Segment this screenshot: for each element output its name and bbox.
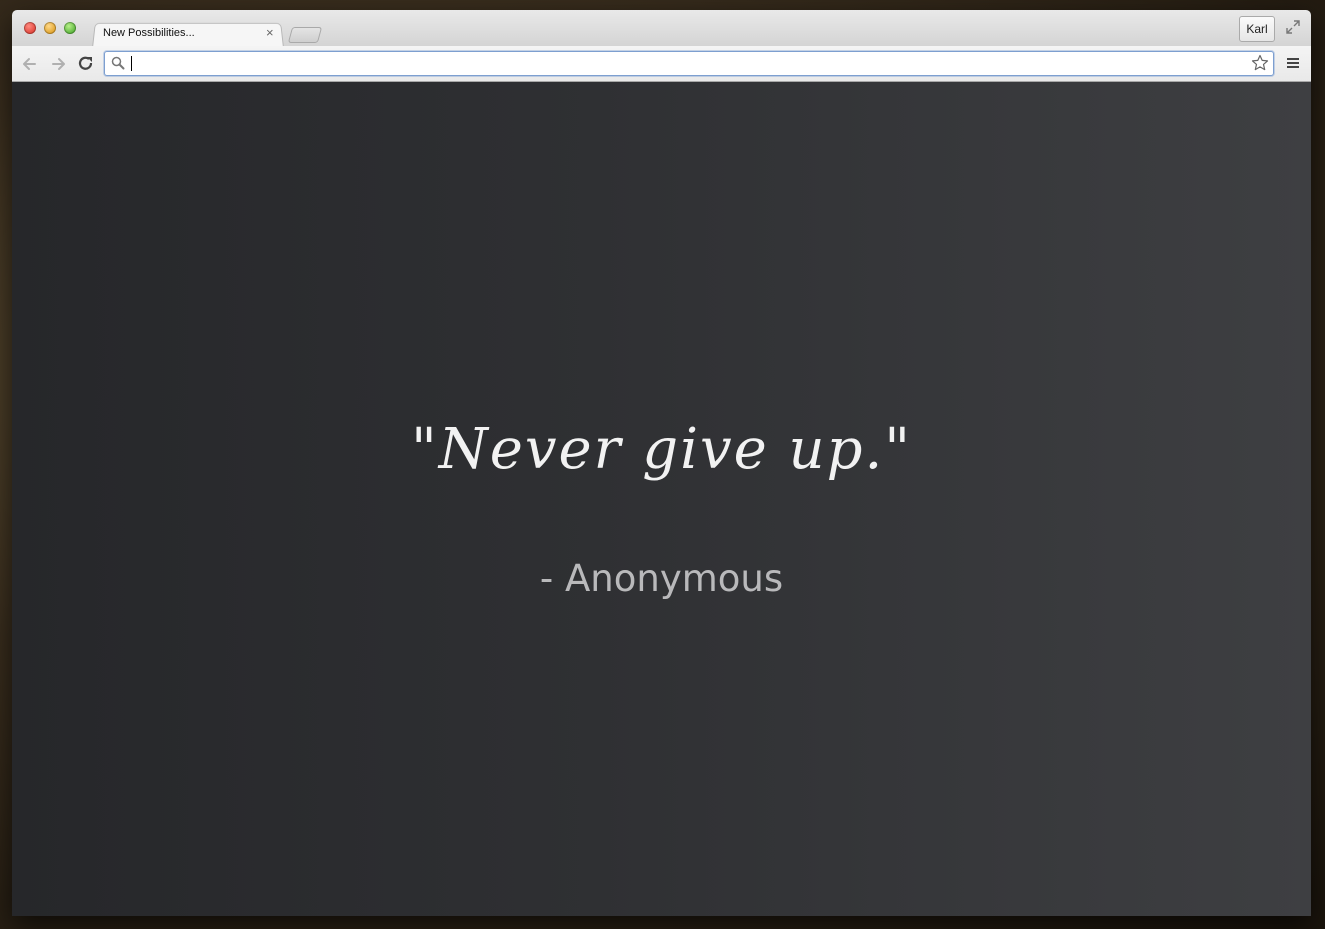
star-icon[interactable]: [1251, 54, 1269, 72]
window-zoom-button[interactable]: [64, 22, 76, 34]
profile-button[interactable]: Karl: [1239, 16, 1275, 42]
page-content: "Never give up." - Anonymous: [12, 82, 1311, 916]
new-tab-button[interactable]: [287, 27, 323, 43]
search-icon: [111, 56, 125, 70]
omnibox-input[interactable]: [131, 54, 1241, 73]
hamburger-menu-icon[interactable]: [1286, 56, 1300, 70]
quote-author: - Anonymous: [539, 557, 784, 600]
fullscreen-icon[interactable]: [1286, 20, 1300, 34]
tab-close-icon[interactable]: ×: [266, 25, 274, 40]
window-close-button[interactable]: [24, 22, 36, 34]
text-caret: [131, 56, 132, 71]
toolbar: [12, 46, 1311, 82]
reload-icon[interactable]: [76, 54, 96, 74]
window-minimize-button[interactable]: [44, 22, 56, 34]
quote-text: "Never give up.": [410, 417, 913, 482]
browser-window: New Possibilities... × Karl "Never give …: [12, 10, 1311, 916]
forward-arrow-icon[interactable]: [48, 54, 68, 74]
tab-title: New Possibilities...: [103, 27, 195, 39]
omnibox[interactable]: [104, 51, 1274, 76]
back-arrow-icon[interactable]: [20, 54, 40, 74]
tab-strip: New Possibilities... × Karl: [12, 10, 1311, 48]
